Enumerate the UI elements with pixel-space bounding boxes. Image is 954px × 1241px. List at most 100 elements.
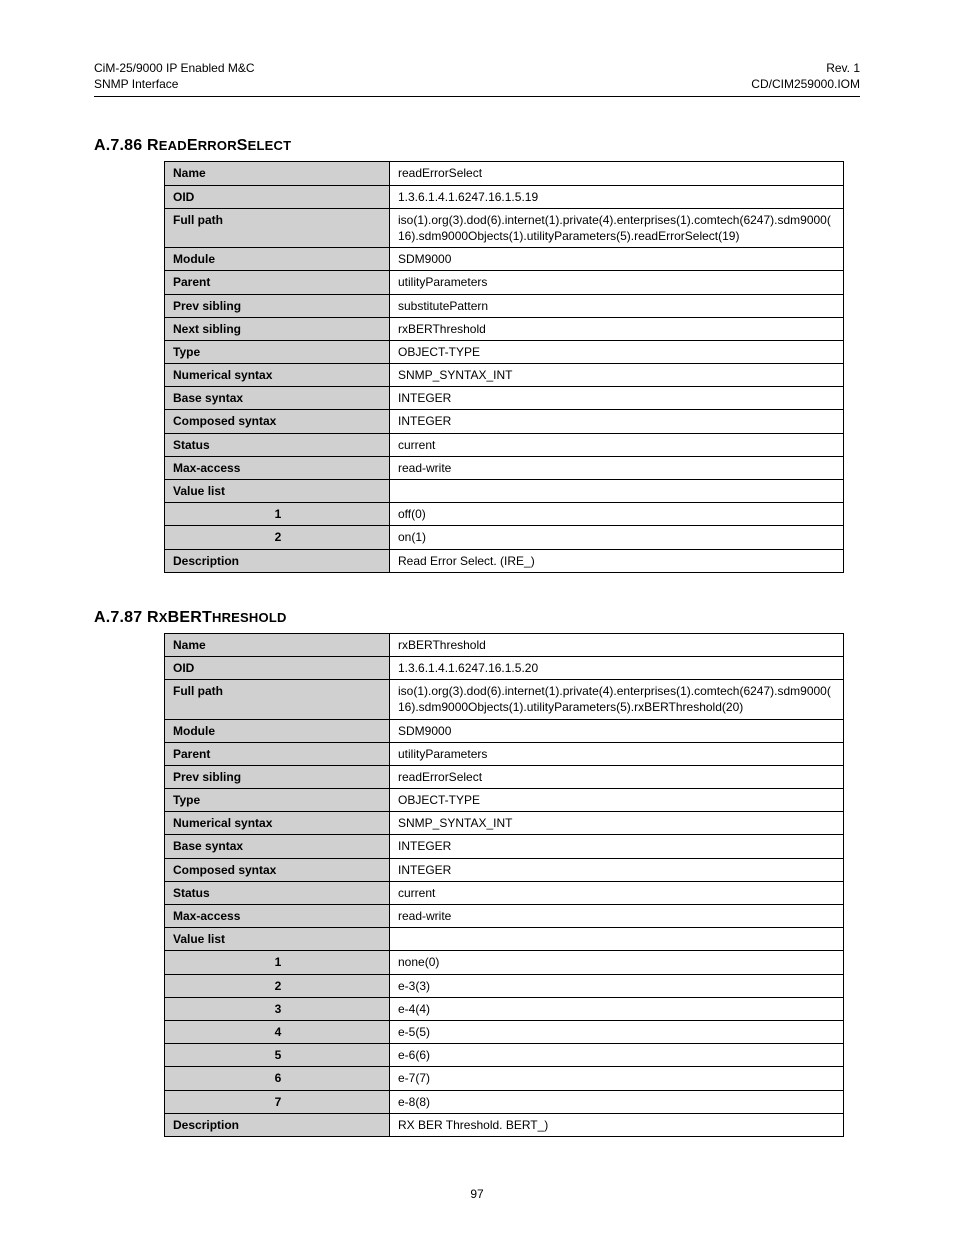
row-label: 5: [165, 1044, 390, 1067]
row-label: 2: [165, 974, 390, 997]
section-heading-1: A.7.86 ReadErrorSelect: [94, 137, 860, 155]
page-header: CiM-25/9000 IP Enabled M&C SNMP Interfac…: [94, 60, 860, 92]
row-value: iso(1).org(3).dod(6).internet(1).private…: [390, 208, 844, 247]
table-row: 7e-8(8): [165, 1090, 844, 1113]
row-label: Next sibling: [165, 317, 390, 340]
table-row: 5e-6(6): [165, 1044, 844, 1067]
row-value: readErrorSelect: [390, 162, 844, 185]
table-row: Base syntaxINTEGER: [165, 835, 844, 858]
section-title-2: RxBERThreshold: [147, 609, 287, 626]
row-label: Numerical syntax: [165, 364, 390, 387]
section-number-2: A.7.87: [94, 609, 142, 626]
row-label: Name: [165, 162, 390, 185]
row-value: rxBERThreshold: [390, 633, 844, 656]
page-number: 97: [94, 1187, 860, 1201]
row-label: Module: [165, 248, 390, 271]
row-label: Name: [165, 633, 390, 656]
table-row: DescriptionRead Error Select. (IRE_): [165, 549, 844, 572]
row-value: readErrorSelect: [390, 765, 844, 788]
section-heading-2: A.7.87 RxBERThreshold: [94, 609, 860, 627]
table-row: Max-accessread-write: [165, 905, 844, 928]
table-row: ModuleSDM9000: [165, 248, 844, 271]
row-label: 7: [165, 1090, 390, 1113]
table-row: ParentutilityParameters: [165, 271, 844, 294]
table-row: Numerical syntaxSNMP_SYNTAX_INT: [165, 364, 844, 387]
table-row: 2e-3(3): [165, 974, 844, 997]
row-value: e-3(3): [390, 974, 844, 997]
table-row: Next siblingrxBERThreshold: [165, 317, 844, 340]
row-label: Composed syntax: [165, 410, 390, 433]
row-label: 6: [165, 1067, 390, 1090]
row-value: [390, 480, 844, 503]
table-row: NamereadErrorSelect: [165, 162, 844, 185]
row-label: Full path: [165, 208, 390, 247]
row-label: Base syntax: [165, 835, 390, 858]
row-value: e-5(5): [390, 1020, 844, 1043]
row-value: SNMP_SYNTAX_INT: [390, 812, 844, 835]
header-right: Rev. 1 CD/CIM259000.IOM: [751, 60, 860, 92]
row-label: 1: [165, 503, 390, 526]
table-row: Full pathiso(1).org(3).dod(6).internet(1…: [165, 680, 844, 719]
table-row: OID1.3.6.1.4.1.6247.16.1.5.20: [165, 656, 844, 679]
header-left-line1: CiM-25/9000 IP Enabled M&C: [94, 61, 255, 75]
row-value: e-8(8): [390, 1090, 844, 1113]
row-label: Base syntax: [165, 387, 390, 410]
table-row: NamerxBERThreshold: [165, 633, 844, 656]
row-label: Type: [165, 789, 390, 812]
row-value: SDM9000: [390, 248, 844, 271]
row-label: Module: [165, 719, 390, 742]
row-label: Description: [165, 1113, 390, 1136]
section-title-1: ReadErrorSelect: [147, 137, 291, 154]
table-row: ModuleSDM9000: [165, 719, 844, 742]
table-row: Value list: [165, 480, 844, 503]
table-row: Statuscurrent: [165, 433, 844, 456]
row-value: utilityParameters: [390, 742, 844, 765]
row-value: INTEGER: [390, 858, 844, 881]
row-value: iso(1).org(3).dod(6).internet(1).private…: [390, 680, 844, 719]
row-label: 2: [165, 526, 390, 549]
table-row: Composed syntaxINTEGER: [165, 410, 844, 433]
row-value: RX BER Threshold. BERT_): [390, 1113, 844, 1136]
table-row: 1off(0): [165, 503, 844, 526]
table-readerrorselect: NamereadErrorSelectOID1.3.6.1.4.1.6247.1…: [164, 161, 844, 572]
section-number-1: A.7.86: [94, 137, 142, 154]
row-value: read-write: [390, 456, 844, 479]
table-row: Full pathiso(1).org(3).dod(6).internet(1…: [165, 208, 844, 247]
row-value: [390, 928, 844, 951]
row-value: read-write: [390, 905, 844, 928]
row-value: Read Error Select. (IRE_): [390, 549, 844, 572]
row-value: current: [390, 433, 844, 456]
row-value: 1.3.6.1.4.1.6247.16.1.5.20: [390, 656, 844, 679]
table-row: Prev siblingreadErrorSelect: [165, 765, 844, 788]
row-label: Parent: [165, 271, 390, 294]
row-value: utilityParameters: [390, 271, 844, 294]
row-value: current: [390, 881, 844, 904]
row-label: Status: [165, 433, 390, 456]
row-label: Prev sibling: [165, 294, 390, 317]
row-label: 3: [165, 997, 390, 1020]
row-label: Parent: [165, 742, 390, 765]
header-rule: [94, 96, 860, 97]
table-row: Base syntaxINTEGER: [165, 387, 844, 410]
row-value: INTEGER: [390, 835, 844, 858]
row-label: Value list: [165, 928, 390, 951]
row-value: OBJECT-TYPE: [390, 340, 844, 363]
row-label: 4: [165, 1020, 390, 1043]
table-row: Numerical syntaxSNMP_SYNTAX_INT: [165, 812, 844, 835]
row-value: 1.3.6.1.4.1.6247.16.1.5.19: [390, 185, 844, 208]
table-row: Statuscurrent: [165, 881, 844, 904]
row-value: INTEGER: [390, 410, 844, 433]
header-right-line2: CD/CIM259000.IOM: [751, 77, 860, 91]
table-row: Composed syntaxINTEGER: [165, 858, 844, 881]
table-row: TypeOBJECT-TYPE: [165, 789, 844, 812]
row-value: e-7(7): [390, 1067, 844, 1090]
row-label: Prev sibling: [165, 765, 390, 788]
table-row: Max-accessread-write: [165, 456, 844, 479]
header-left: CiM-25/9000 IP Enabled M&C SNMP Interfac…: [94, 60, 255, 92]
table-row: Prev siblingsubstitutePattern: [165, 294, 844, 317]
row-label: Full path: [165, 680, 390, 719]
row-value: SNMP_SYNTAX_INT: [390, 364, 844, 387]
table-row: 2on(1): [165, 526, 844, 549]
row-value: rxBERThreshold: [390, 317, 844, 340]
row-label: OID: [165, 185, 390, 208]
